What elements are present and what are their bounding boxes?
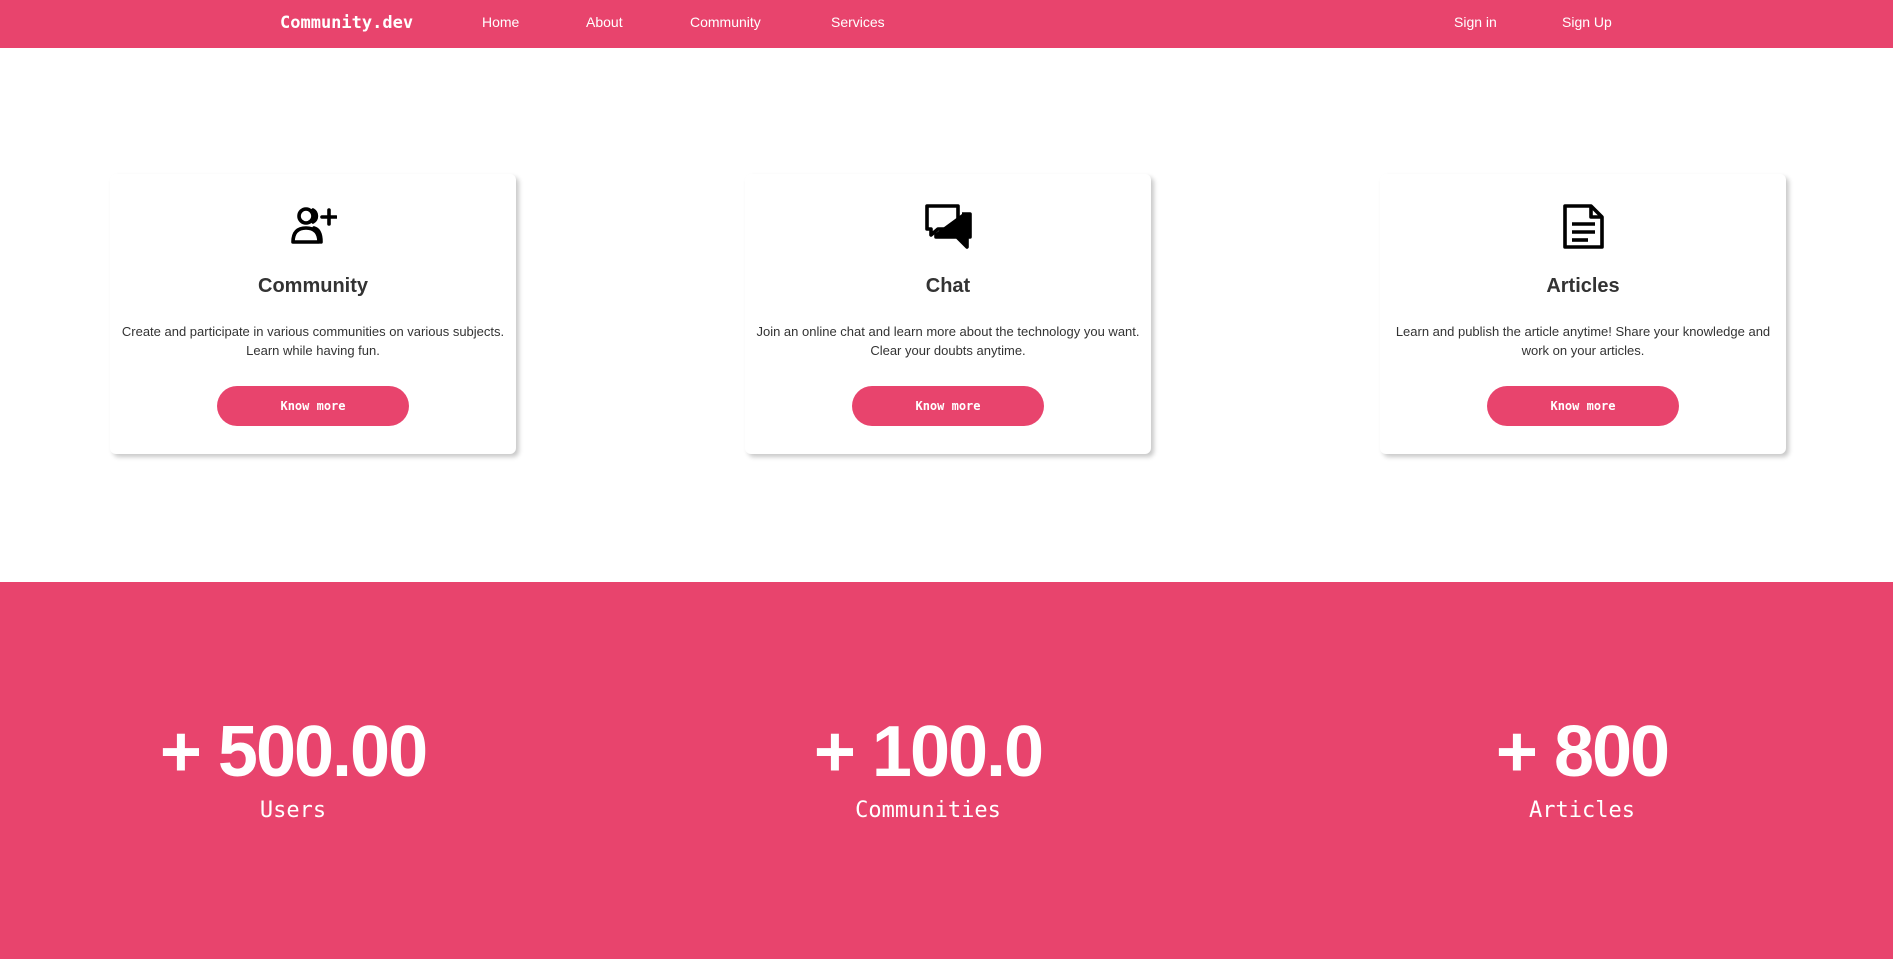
know-more-button[interactable]: Know more <box>217 386 409 426</box>
chat-icon <box>745 202 1151 249</box>
stat-label: Users <box>259 798 327 823</box>
sign-in-link[interactable]: Sign in <box>1454 0 1497 48</box>
article-icon <box>1380 202 1786 249</box>
stat-communities: + 100.0 Communities <box>728 712 1128 826</box>
stat-value: + 500.00 <box>159 712 428 792</box>
stat-value: + 800 <box>1495 712 1670 792</box>
stat-users: + 500.00 Users <box>93 712 493 826</box>
feature-card-chat: Chat Join an online chat and learn more … <box>745 174 1151 454</box>
nav-link-home[interactable]: Home <box>482 0 519 48</box>
card-description: Join an online chat and learn more about… <box>756 324 1140 358</box>
nav-link-about[interactable]: About <box>586 0 623 48</box>
feature-cards-section: Community Create and participate in vari… <box>0 48 1893 582</box>
stat-articles: + 800 Articles <box>1382 712 1782 826</box>
know-more-button[interactable]: Know more <box>1487 386 1679 426</box>
card-title: Chat <box>925 275 971 297</box>
sign-up-link[interactable]: Sign Up <box>1562 0 1612 48</box>
stat-label: Communities <box>855 798 1001 823</box>
nav-link-services[interactable]: Services <box>831 0 885 48</box>
add-user-icon <box>110 202 516 248</box>
know-more-button[interactable]: Know more <box>852 386 1044 426</box>
top-navbar: Community.dev Home About Community Servi… <box>0 0 1893 48</box>
nav-link-community[interactable]: Community <box>690 0 761 48</box>
feature-card-community: Community Create and participate in vari… <box>110 174 516 454</box>
card-title: Articles <box>1546 275 1620 297</box>
stat-value: + 100.0 <box>813 712 1044 792</box>
card-description: Create and participate in various commun… <box>121 324 505 358</box>
stat-label: Articles <box>1529 798 1635 823</box>
feature-card-articles: Articles Learn and publish the article a… <box>1380 174 1786 454</box>
brand-logo[interactable]: Community.dev <box>280 0 413 48</box>
card-title: Community <box>258 275 368 297</box>
stats-section: + 500.00 Users + 100.0 Communities + 800… <box>0 582 1893 959</box>
card-description: Learn and publish the article anytime! S… <box>1395 324 1771 358</box>
